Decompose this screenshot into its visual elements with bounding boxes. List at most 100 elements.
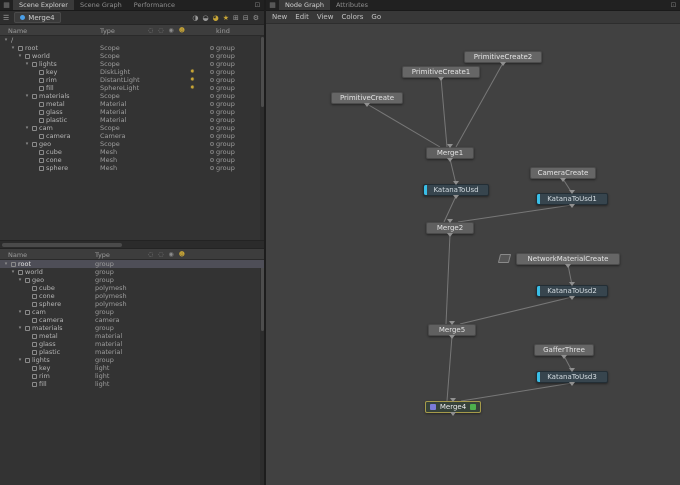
expand-arrow-icon[interactable]: ▾ <box>24 140 30 148</box>
tree-row-materials[interactable]: ▾materialsScopegroup <box>0 92 264 100</box>
output-port[interactable] <box>438 77 444 81</box>
output-port[interactable] <box>569 296 575 300</box>
tree-row-fill[interactable]: filllight <box>0 380 264 388</box>
visibility-column-icon[interactable]: ◌ <box>148 27 153 34</box>
node-merge1[interactable]: Merge1 <box>426 147 474 159</box>
tree-row-glass[interactable]: glassMaterialgroup <box>0 108 264 116</box>
expand-arrow-icon[interactable]: ▾ <box>3 260 9 268</box>
tree-row-plastic[interactable]: plasticMaterialgroup <box>0 116 264 124</box>
tree-row-metal[interactable]: metalMaterialgroup <box>0 100 264 108</box>
tree-row-plastic[interactable]: plasticmaterial <box>0 348 264 356</box>
render-toggle-icon[interactable]: ◒ <box>202 14 208 22</box>
kind-column-header[interactable]: kind <box>216 27 230 35</box>
render-column-icon[interactable]: ◉ <box>169 27 174 34</box>
tree-row-slash[interactable]: ▾/ <box>0 36 264 44</box>
expand-arrow-icon[interactable]: ▾ <box>10 268 16 276</box>
output-port[interactable] <box>569 204 575 208</box>
expand-arrow-icon[interactable]: ▾ <box>17 356 23 364</box>
menu-go[interactable]: Go <box>371 13 381 21</box>
render-column-icon[interactable]: ◉ <box>169 251 174 258</box>
input-port[interactable] <box>453 181 459 185</box>
tab-attributes[interactable]: Attributes <box>330 0 374 10</box>
tree-row-lights[interactable]: ▾lightsgroup <box>0 356 264 364</box>
solo-column-icon[interactable]: ◌ <box>158 27 163 34</box>
left-panel-options-icon[interactable]: ⊡ <box>251 0 264 10</box>
panel-menu-icon[interactable]: ▦ <box>266 0 279 10</box>
right-panel-options-icon[interactable]: ⊡ <box>667 0 680 10</box>
output-port[interactable] <box>569 382 575 386</box>
input-port[interactable] <box>447 144 453 148</box>
expand-arrow-icon[interactable]: ▾ <box>17 276 23 284</box>
node-primitivecreate1[interactable]: PrimitiveCreate1 <box>402 66 480 78</box>
tree-row-cam[interactable]: ▾camScopegroup <box>0 124 264 132</box>
tree-row-cone[interactable]: coneMeshgroup <box>0 156 264 164</box>
menu-new[interactable]: New <box>272 13 287 21</box>
settings-gear-icon[interactable]: ⚙ <box>253 14 259 22</box>
tree-row-metal[interactable]: metalmaterial <box>0 332 264 340</box>
visibility-column-icon[interactable]: ◌ <box>148 251 153 258</box>
node-merge5[interactable]: Merge5 <box>428 324 476 336</box>
solo-column-icon[interactable]: ◌ <box>158 251 163 258</box>
tree-row-cam[interactable]: ▾camgroup <box>0 308 264 316</box>
node-cameracreate[interactable]: CameraCreate <box>530 167 596 179</box>
tree-row-root[interactable]: ▾rootScopegroup <box>0 44 264 52</box>
name-column-header[interactable]: Name <box>8 27 27 35</box>
tree-row-glass[interactable]: glassmaterial <box>0 340 264 348</box>
type-column-header[interactable]: Type <box>95 251 110 259</box>
tree-row-world[interactable]: ▾worldgroup <box>0 268 264 276</box>
expand-all-icon[interactable]: ⊞ <box>233 14 239 22</box>
menu-edit[interactable]: Edit <box>295 13 309 21</box>
tree-row-cube[interactable]: cubepolymesh <box>0 284 264 292</box>
expand-arrow-icon[interactable]: ▾ <box>17 52 23 60</box>
view-flag[interactable] <box>430 404 436 410</box>
viewed-node-chip[interactable]: Merge4 <box>14 12 60 23</box>
menu-colors[interactable]: Colors <box>341 13 363 21</box>
output-port[interactable] <box>500 62 506 66</box>
tree-row-camera[interactable]: cameraCameragroup <box>0 132 264 140</box>
tree-row-root[interactable]: ▾rootgroup <box>0 260 264 268</box>
tree-row-materials[interactable]: ▾materialsgroup <box>0 324 264 332</box>
expand-arrow-icon[interactable]: ▾ <box>10 44 16 52</box>
output-port[interactable] <box>453 195 459 199</box>
viewer-column-icon[interactable]: ☻ <box>179 251 185 258</box>
tab-node-graph[interactable]: Node Graph <box>279 0 330 10</box>
expand-arrow-icon[interactable]: ▾ <box>3 36 9 44</box>
input-port[interactable] <box>447 219 453 223</box>
output-port[interactable] <box>450 412 456 416</box>
output-port[interactable] <box>561 355 567 359</box>
tab-performance[interactable]: Performance <box>128 0 181 10</box>
output-port[interactable] <box>560 178 566 182</box>
node-primitivecreate[interactable]: PrimitiveCreate <box>331 92 403 104</box>
expand-arrow-icon[interactable]: ▾ <box>24 124 30 132</box>
input-port[interactable] <box>569 190 575 194</box>
panel-menu-icon[interactable]: ▦ <box>0 0 13 10</box>
node-katanatousd3[interactable]: KatanaToUsd3 <box>536 371 608 383</box>
tree-row-key[interactable]: keyDiskLight✸group <box>0 68 264 76</box>
output-port[interactable] <box>449 335 455 339</box>
expand-arrow-icon[interactable]: ▾ <box>17 308 23 316</box>
input-port[interactable] <box>569 368 575 372</box>
favorite-icon[interactable]: ★ <box>223 14 229 22</box>
node-merge4[interactable]: Merge4 <box>425 401 481 413</box>
node-merge2[interactable]: Merge2 <box>426 222 474 234</box>
tree-row-world[interactable]: ▾worldScopegroup <box>0 52 264 60</box>
input-port[interactable] <box>450 398 456 402</box>
highlight-icon[interactable]: ◕ <box>213 14 219 22</box>
edit-flag[interactable] <box>470 404 476 410</box>
node-networkmaterialcreate[interactable]: NetworkMaterialCreate <box>516 253 620 265</box>
tree-row-key[interactable]: keylight <box>0 364 264 372</box>
hamburger-menu-icon[interactable]: ☰ <box>3 14 9 22</box>
tab-scene-explorer[interactable]: Scene Explorer <box>13 0 74 10</box>
node-katanatousd1[interactable]: KatanaToUsd1 <box>536 193 608 205</box>
tree-row-sphere[interactable]: sphereMeshgroup <box>0 164 264 172</box>
node-katanatousd2[interactable]: KatanaToUsd2 <box>536 285 608 297</box>
expand-arrow-icon[interactable]: ▾ <box>24 60 30 68</box>
output-port[interactable] <box>364 103 370 107</box>
output-port[interactable] <box>447 233 453 237</box>
tab-scene-graph[interactable]: Scene Graph <box>74 0 128 10</box>
output-port[interactable] <box>565 264 571 268</box>
input-port[interactable] <box>449 321 455 325</box>
node-gafferthree[interactable]: GafferThree <box>534 344 594 356</box>
tree-row-camera[interactable]: cameracamera <box>0 316 264 324</box>
scene-tree-horizontal-scrollbar[interactable] <box>0 240 264 249</box>
